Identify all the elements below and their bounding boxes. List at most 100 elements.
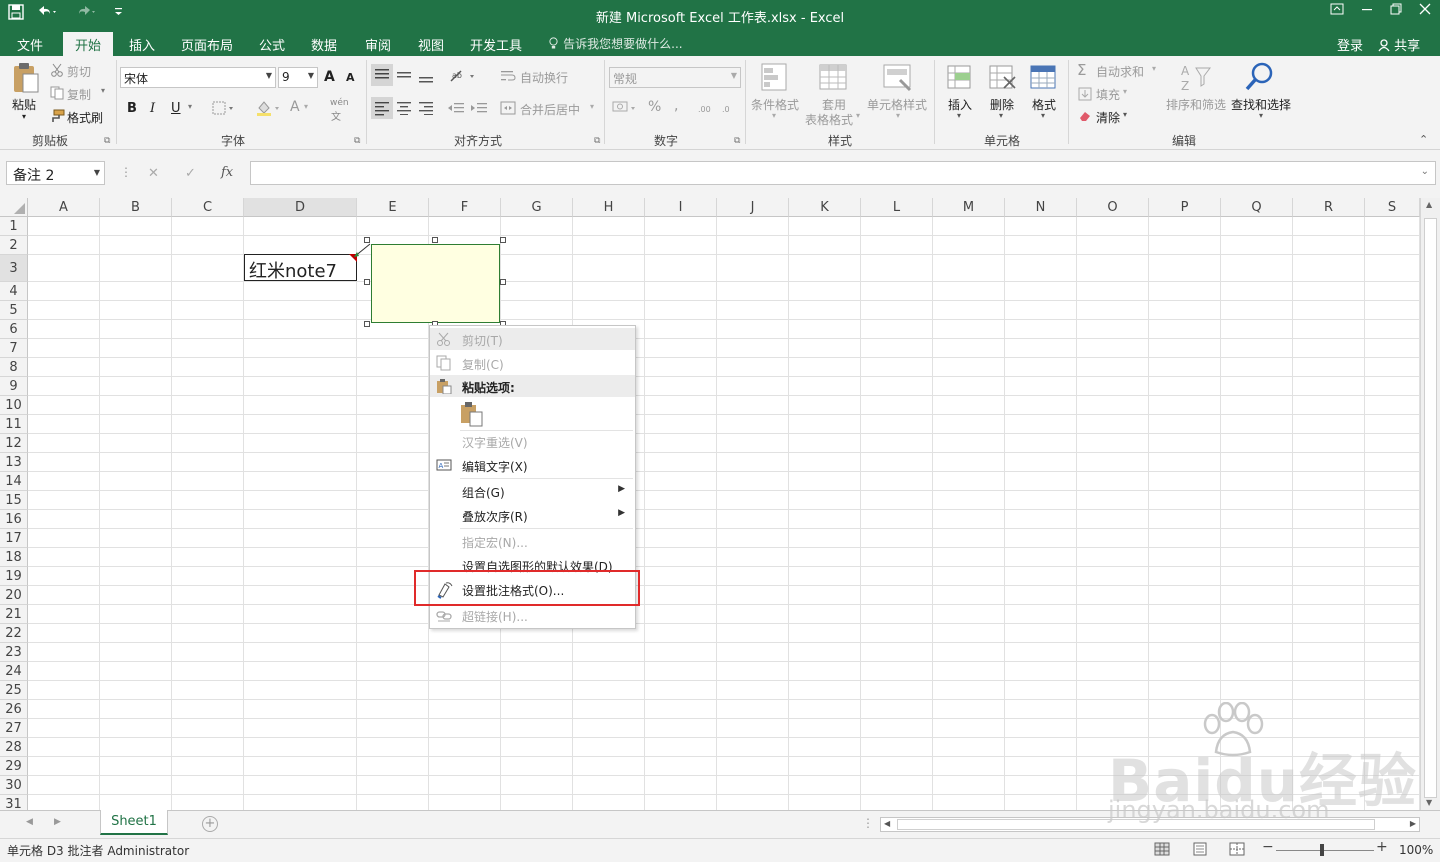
minimize-icon[interactable] bbox=[1352, 3, 1382, 19]
row-header-18[interactable]: 18 bbox=[0, 548, 28, 567]
row-header-19[interactable]: 19 bbox=[0, 567, 28, 586]
zoom-in-icon[interactable]: + bbox=[1376, 839, 1388, 855]
row-header-5[interactable]: 5 bbox=[0, 301, 28, 320]
scroll-up-icon[interactable]: ▲ bbox=[1426, 200, 1432, 209]
row-header-24[interactable]: 24 bbox=[0, 662, 28, 681]
align-left-icon[interactable] bbox=[371, 97, 393, 122]
decrease-indent-icon[interactable] bbox=[447, 101, 465, 118]
name-box[interactable]: 备注 2 ▼ bbox=[6, 161, 105, 185]
underline-button[interactable]: U bbox=[171, 101, 181, 116]
resize-handle[interactable] bbox=[432, 237, 438, 243]
row-header-15[interactable]: 15 bbox=[0, 491, 28, 510]
percent-button[interactable]: % bbox=[648, 99, 661, 115]
shrink-font-button[interactable]: A bbox=[346, 71, 355, 84]
vertical-scrollbar[interactable]: ▲ ▼ bbox=[1420, 198, 1440, 810]
scroll-left-icon[interactable]: ◀ bbox=[884, 819, 890, 828]
row-header-30[interactable]: 30 bbox=[0, 776, 28, 795]
formula-input[interactable]: ⌄ bbox=[250, 161, 1436, 185]
row-header-3[interactable]: 3 bbox=[0, 255, 28, 282]
bold-button[interactable]: B bbox=[127, 101, 137, 116]
menu-item-reconvert[interactable]: 汉字重选(V) bbox=[430, 430, 635, 452]
page-layout-view-icon[interactable] bbox=[1192, 842, 1208, 859]
column-header-k[interactable]: K bbox=[789, 198, 861, 217]
row-header-25[interactable]: 25 bbox=[0, 681, 28, 700]
next-sheet-icon[interactable]: ▶ bbox=[54, 817, 61, 827]
paste-button-label[interactable]: 粘贴 bbox=[12, 96, 36, 113]
tab-file[interactable]: 文件 bbox=[17, 35, 43, 54]
comment-box[interactable] bbox=[371, 244, 500, 323]
resize-handle[interactable] bbox=[364, 321, 370, 327]
column-header-n[interactable]: N bbox=[1005, 198, 1077, 217]
column-header-o[interactable]: O bbox=[1077, 198, 1149, 217]
column-header-s[interactable]: S bbox=[1365, 198, 1420, 217]
tab-page-layout[interactable]: 页面布局 bbox=[181, 35, 233, 54]
align-bottom-icon[interactable] bbox=[418, 70, 434, 87]
decrease-decimal-icon[interactable]: .0 bbox=[722, 101, 740, 118]
column-header-q[interactable]: Q bbox=[1221, 198, 1293, 217]
insert-function-icon[interactable]: fx bbox=[221, 165, 233, 180]
select-all-corner[interactable] bbox=[0, 198, 28, 217]
paste-icon[interactable] bbox=[12, 62, 40, 97]
phonetic-button[interactable]: wén bbox=[330, 98, 349, 108]
ribbon-display-icon[interactable] bbox=[1322, 3, 1352, 19]
tab-home[interactable]: 开始 bbox=[63, 32, 114, 56]
menu-item-hyperlink[interactable]: 超链接(H)... bbox=[430, 604, 635, 626]
format-table-arrow[interactable]: ▾ bbox=[856, 111, 860, 120]
resize-handle[interactable] bbox=[364, 237, 370, 243]
autosum-arrow[interactable]: ▾ bbox=[1152, 64, 1156, 73]
row-header-8[interactable]: 8 bbox=[0, 358, 28, 377]
row-header-12[interactable]: 12 bbox=[0, 434, 28, 453]
clear-arrow[interactable]: ▾ bbox=[1123, 110, 1127, 119]
fill-color-icon[interactable] bbox=[256, 100, 282, 119]
align-middle-icon[interactable] bbox=[396, 68, 412, 85]
horizontal-scrollbar[interactable]: ◀ ▶ bbox=[880, 817, 1420, 832]
merge-dropdown-arrow[interactable]: ▾ bbox=[590, 102, 594, 111]
resize-handle[interactable] bbox=[500, 279, 506, 285]
column-header-p[interactable]: P bbox=[1149, 198, 1221, 217]
sheet-tab-sheet1[interactable]: Sheet1 bbox=[100, 810, 168, 835]
increase-decimal-icon[interactable]: .00 bbox=[698, 101, 716, 118]
hscroll-thumb[interactable] bbox=[897, 819, 1375, 830]
font-size-select[interactable]: 9 ▼ bbox=[278, 67, 318, 88]
menu-item-group[interactable]: 组合(G) ▶ bbox=[430, 480, 635, 502]
row-header-14[interactable]: 14 bbox=[0, 472, 28, 491]
worksheet-grid[interactable]: ABCDEFGHIJKLMNOPQRS 1 2 3 4 5 6 7 8 9 10 11 12 13 14 1… bbox=[0, 198, 1440, 810]
share-button[interactable]: 共享 bbox=[1378, 35, 1420, 54]
menu-item-edit-text[interactable]: A 编辑文字(X) bbox=[430, 454, 635, 476]
column-header-h[interactable]: H bbox=[573, 198, 645, 217]
row-header-4[interactable]: 4 bbox=[0, 282, 28, 301]
column-header-b[interactable]: B bbox=[100, 198, 172, 217]
chevron-down-icon[interactable]: ▼ bbox=[94, 168, 100, 177]
menu-item-cut[interactable]: 剪切(T) bbox=[430, 328, 635, 350]
row-header-29[interactable]: 29 bbox=[0, 757, 28, 776]
column-header-i[interactable]: I bbox=[645, 198, 717, 217]
zoom-level[interactable]: 100% bbox=[1399, 843, 1433, 857]
alignment-launcher-icon[interactable]: ⧉ bbox=[594, 136, 600, 146]
align-center-icon[interactable] bbox=[396, 101, 412, 118]
menu-item-assign-macro[interactable]: 指定宏(N)... bbox=[430, 530, 635, 552]
row-header-22[interactable]: 22 bbox=[0, 624, 28, 643]
zoom-slider-thumb[interactable] bbox=[1320, 844, 1324, 856]
increase-indent-icon[interactable] bbox=[470, 101, 488, 118]
confirm-entry-icon[interactable]: ✓ bbox=[185, 166, 196, 181]
zoom-slider-track[interactable] bbox=[1276, 850, 1374, 851]
align-right-icon[interactable] bbox=[418, 101, 434, 118]
row-header-13[interactable]: 13 bbox=[0, 453, 28, 472]
conditional-format-arrow[interactable]: ▾ bbox=[772, 111, 776, 120]
insert-cells-arrow[interactable]: ▾ bbox=[957, 111, 961, 120]
row-header-20[interactable]: 20 bbox=[0, 586, 28, 605]
scroll-thumb[interactable] bbox=[1424, 218, 1437, 798]
orientation-icon[interactable]: ab bbox=[449, 68, 477, 87]
menu-item-order[interactable]: 叠放次序(R) ▶ bbox=[430, 504, 635, 526]
number-launcher-icon[interactable]: ⧉ bbox=[734, 136, 740, 146]
delete-cells-arrow[interactable]: ▾ bbox=[999, 111, 1003, 120]
column-header-d[interactable]: D bbox=[244, 198, 357, 217]
normal-view-icon[interactable] bbox=[1154, 842, 1170, 859]
tab-review[interactable]: 审阅 bbox=[365, 35, 391, 54]
column-header-l[interactable]: L bbox=[861, 198, 933, 217]
tab-split-grip-icon[interactable]: ⋮ bbox=[862, 816, 874, 830]
row-header-17[interactable]: 17 bbox=[0, 529, 28, 548]
column-header-g[interactable]: G bbox=[501, 198, 573, 217]
copy-dropdown-arrow[interactable]: ▾ bbox=[101, 86, 105, 95]
row-header-10[interactable]: 10 bbox=[0, 396, 28, 415]
